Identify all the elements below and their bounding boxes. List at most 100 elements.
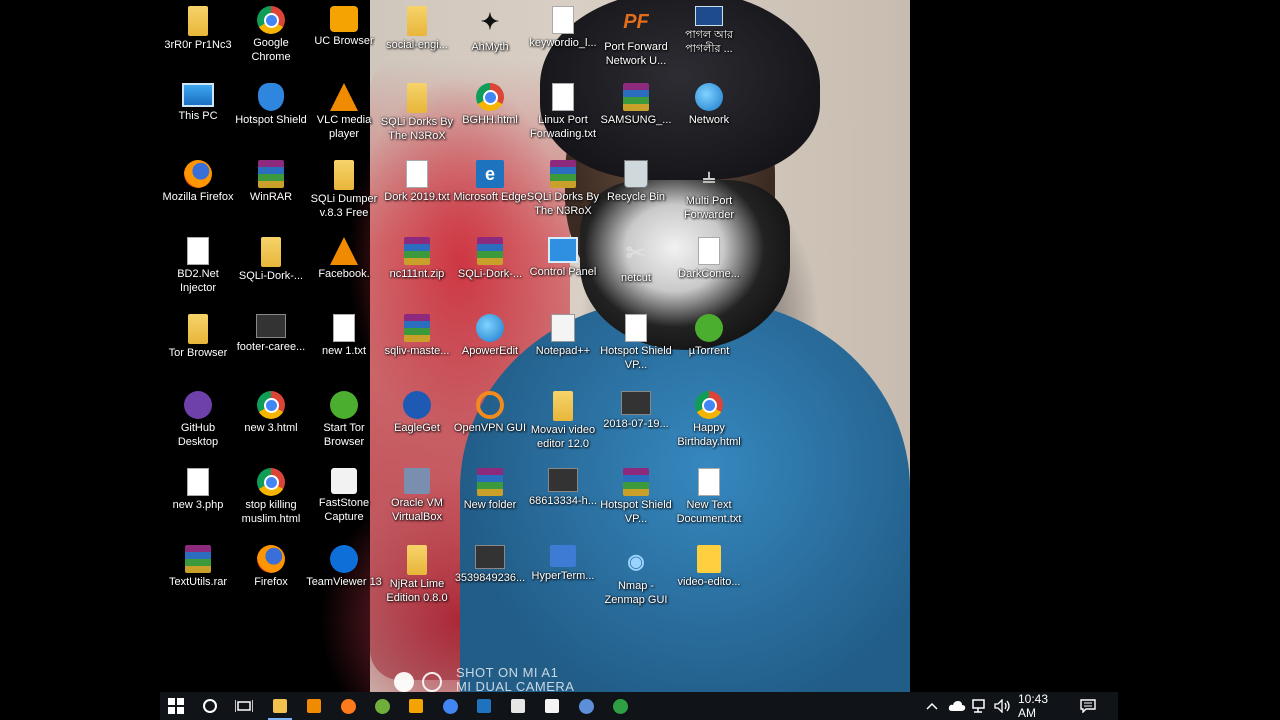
desktop-icon[interactable]: PF Port Forward Network U... — [598, 0, 674, 68]
desktop-icon[interactable]: SQLi-Dork-... — [233, 231, 309, 283]
desktop-icon[interactable]: NjRat Lime Edition 0.8.0 — [379, 539, 455, 605]
desktop-icon-label: Port Forward Network U... — [604, 41, 668, 67]
network-tray-icon[interactable] — [972, 692, 988, 720]
desktop-icon[interactable]: Notepad++ — [525, 308, 601, 358]
desktop-icon[interactable]: Firefox — [233, 539, 309, 589]
desktop-icon[interactable]: ⫨ Multi Port Forwarder — [671, 154, 747, 222]
desktop-icon[interactable]: Google Chrome — [233, 0, 309, 64]
desktop-icon[interactable]: Control Panel — [525, 231, 601, 279]
desktop-icon[interactable]: ✂ netcut — [598, 231, 674, 285]
desktop-icon[interactable]: Oracle VM VirtualBox — [379, 462, 455, 524]
desktop-icon[interactable]: video-edito... — [671, 539, 747, 589]
tor-icon — [374, 698, 390, 714]
desktop-icon[interactable]: new 3.html — [233, 385, 309, 435]
desktop-icon[interactable]: Linux Port Forwading.txt — [525, 77, 601, 141]
desktop-icon[interactable]: Network — [671, 77, 747, 127]
clock[interactable]: 10:43 AM — [1018, 692, 1068, 720]
desktop-icon[interactable]: HyperTerm... — [525, 539, 601, 583]
task-view-icon[interactable] — [228, 692, 260, 720]
desktop-icon[interactable]: sqliv-maste... — [379, 308, 455, 358]
taskbar-vlc-icon[interactable] — [298, 692, 330, 720]
teamviewer-icon — [330, 545, 358, 573]
desktop-icon[interactable]: WinRAR — [233, 154, 309, 204]
edge-icon — [477, 699, 491, 713]
desktop-icon[interactable]: 3539849236... — [452, 539, 528, 585]
desktop-icon-label: Mozilla Firefox — [162, 191, 234, 203]
desktop-icon[interactable]: new 3.php — [160, 462, 236, 512]
desktop-icon[interactable]: 2018-07-19... — [598, 385, 674, 431]
taskbar-chrome-icon[interactable] — [434, 692, 466, 720]
desktop-icon[interactable]: Tor Browser — [160, 308, 236, 360]
cortana-icon[interactable] — [194, 692, 226, 720]
action-center-icon[interactable] — [1080, 692, 1096, 720]
desktop-icon[interactable]: SQLi Dumper v.8.3 Free — [306, 154, 382, 220]
desktop-icon[interactable]: Facebook. — [306, 231, 382, 281]
portforward-icon: PF — [623, 10, 649, 33]
desktop-icon[interactable]: social-engi... — [379, 0, 455, 52]
desktop-icon[interactable]: ◉ Nmap - Zenmap GUI — [598, 539, 674, 607]
taskbar-uc-browser-icon[interactable] — [400, 692, 432, 720]
desktop-icon-label: BGHH.html — [462, 114, 518, 126]
taskbar-firefox-icon[interactable] — [332, 692, 364, 720]
desktop-icon[interactable]: OpenVPN GUI — [452, 385, 528, 435]
chrome-icon — [476, 83, 504, 111]
desktop-icon[interactable]: GitHub Desktop — [160, 385, 236, 449]
volume-icon[interactable] — [994, 692, 1012, 720]
desktop-icon[interactable]: ✦ AhMyth — [452, 0, 528, 54]
onedrive-cloud-icon[interactable] — [948, 692, 966, 720]
desktop-icon[interactable]: UC Browser — [306, 0, 382, 48]
desktop-icon[interactable]: New Text Document.txt — [671, 462, 747, 526]
desktop-icon[interactable]: footer-caree... — [233, 308, 309, 354]
desktop-icon[interactable]: This PC — [160, 77, 236, 123]
desktop-icon[interactable]: Happy Birthday.html — [671, 385, 747, 449]
desktop-icon[interactable]: SAMSUNG_... — [598, 77, 674, 127]
desktop-icon[interactable]: Movavi video editor 12.0 — [525, 385, 601, 451]
desktop-icon[interactable]: DarkCome... — [671, 231, 747, 281]
taskbar-edge-icon[interactable] — [468, 692, 500, 720]
desktop-icon-label: SQLi-Dork-... — [457, 268, 523, 280]
taskbar-store-icon[interactable] — [502, 692, 534, 720]
desktop-icon[interactable]: stop killing muslim.html — [233, 462, 309, 526]
desktop-icon[interactable]: Hotspot Shield VP... — [598, 462, 674, 526]
desktop-icon[interactable]: new 1.txt — [306, 308, 382, 358]
windows-start-icon[interactable] — [160, 692, 192, 720]
desktop-icon[interactable]: Mozilla Firefox — [160, 154, 236, 204]
desktop-icon-label: Network — [688, 114, 730, 126]
desktop-icon[interactable]: BD2.Net Injector — [160, 231, 236, 295]
taskbar-chat-icon[interactable] — [604, 692, 636, 720]
taskbar-tor-icon[interactable] — [366, 692, 398, 720]
desktop-icon[interactable]: µTorrent — [671, 308, 747, 358]
chrome-icon — [442, 698, 458, 714]
taskbar-mail-icon[interactable] — [536, 692, 568, 720]
desktop-icon[interactable]: FastStone Capture — [306, 462, 382, 524]
network-icon — [695, 83, 723, 111]
desktop-icon[interactable]: SQLi-Dork-... — [452, 231, 528, 281]
desktop-icon[interactable]: BGHH.html — [452, 77, 528, 127]
taskbar-file-explorer-icon[interactable] — [264, 692, 296, 720]
desktop-icon[interactable]: Dork 2019.txt — [379, 154, 455, 204]
desktop-icon[interactable]: Hotspot Shield — [233, 77, 309, 127]
desktop-icon[interactable]: 3rR0r Pr1Nc3 — [160, 0, 236, 52]
computer-icon — [182, 83, 214, 107]
desktop-icon-label: 68613334-h... — [529, 495, 597, 507]
desktop-icon[interactable]: SQLi Dorks By The N3RoX — [379, 77, 455, 143]
desktop-icon[interactable]: SQLi Dorks By The N3RoX — [525, 154, 601, 218]
desktop-icon[interactable]: পাগল আর পাগলীর ... — [671, 0, 747, 56]
tray-overflow-chevron-icon[interactable] — [926, 692, 938, 720]
desktop-icon-label: Facebook. — [318, 268, 370, 280]
desktop-icon[interactable]: Hotspot Shield VP... — [598, 308, 674, 372]
winrar-icon — [404, 237, 430, 265]
desktop-icon[interactable]: TextUtils.rar — [160, 539, 236, 589]
desktop-icon[interactable]: Recycle Bin — [598, 154, 674, 204]
desktop-icon[interactable]: e Microsoft Edge — [452, 154, 528, 204]
desktop-icon[interactable]: 68613334-h... — [525, 462, 601, 508]
desktop-icon[interactable]: nc111nt.zip — [379, 231, 455, 281]
desktop-icon[interactable]: EagleGet — [379, 385, 455, 435]
desktop-icon[interactable]: VLC media player — [306, 77, 382, 141]
desktop-icon[interactable]: New folder — [452, 462, 528, 512]
taskbar-browser-icon[interactable] — [570, 692, 602, 720]
desktop-icon[interactable]: TeamViewer 13 — [306, 539, 382, 589]
desktop-icon[interactable]: Start Tor Browser — [306, 385, 382, 449]
desktop-icon[interactable]: keywordio_l... — [525, 0, 601, 50]
desktop-icon[interactable]: ApowerEdit — [452, 308, 528, 358]
